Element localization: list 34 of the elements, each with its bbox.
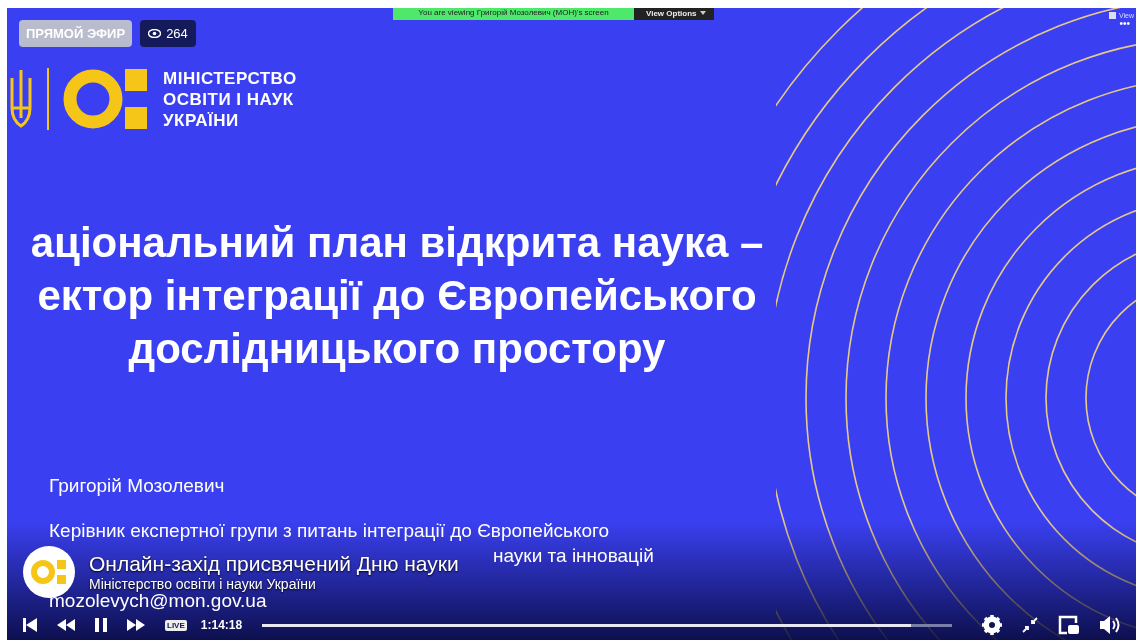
playback-time: 1:14:18 bbox=[200, 618, 243, 632]
eye-icon bbox=[148, 29, 162, 38]
trident-icon bbox=[9, 68, 33, 130]
screen-share-notice: You are viewing Григорій Мозолевич (МОН)'s screen bbox=[393, 8, 634, 20]
slide-title: аціональний план відкрита наука – bbox=[30, 218, 764, 268]
pause-icon[interactable] bbox=[95, 618, 107, 632]
stream-title[interactable]: Онлайн-захід присвячений Дню науки bbox=[89, 552, 459, 576]
fast-forward-icon[interactable] bbox=[127, 619, 145, 631]
rewind-icon[interactable] bbox=[57, 619, 75, 631]
author-role: науки та інновацій bbox=[493, 544, 654, 568]
slide-title: ектор інтеграції до Європейського bbox=[37, 271, 757, 321]
author-email: mozolevych@mon.gov.ua bbox=[49, 591, 267, 611]
more-button[interactable]: ••• bbox=[1119, 19, 1130, 29]
progress-bar[interactable] bbox=[262, 623, 952, 627]
picture-in-picture-icon[interactable] bbox=[1058, 615, 1080, 635]
logo-text: УКРАЇНИ bbox=[163, 109, 240, 131]
ministry-logo-icon bbox=[63, 67, 149, 131]
logo-text: МІНІСТЕРСТВО bbox=[163, 67, 297, 89]
author-role: Керівник експертної групи з питань інтеграції до Європейського bbox=[49, 520, 611, 542]
live-badge: ПРЯМОЙ ЭФИР bbox=[19, 20, 133, 47]
skip-back-icon[interactable] bbox=[23, 618, 37, 632]
minimize-icon[interactable] bbox=[1022, 617, 1038, 633]
page-name[interactable]: Міністерство освіти і науки України bbox=[89, 576, 459, 592]
author-name: Григорій Мозолевич bbox=[49, 475, 226, 497]
volume-icon[interactable] bbox=[1100, 616, 1122, 634]
grid-icon bbox=[1108, 12, 1116, 19]
view-options-button[interactable]: View Options bbox=[634, 8, 714, 20]
logo-text: ОСВІТИ І НАУК bbox=[163, 88, 295, 110]
settings-icon[interactable] bbox=[982, 615, 1002, 635]
slide-title: дослідницького простору bbox=[128, 324, 666, 374]
live-indicator[interactable]: LIVE bbox=[165, 619, 187, 631]
viewer-count: 264 bbox=[140, 20, 196, 47]
ministry-logo-icon bbox=[31, 557, 67, 587]
caret-icon bbox=[699, 11, 706, 15]
